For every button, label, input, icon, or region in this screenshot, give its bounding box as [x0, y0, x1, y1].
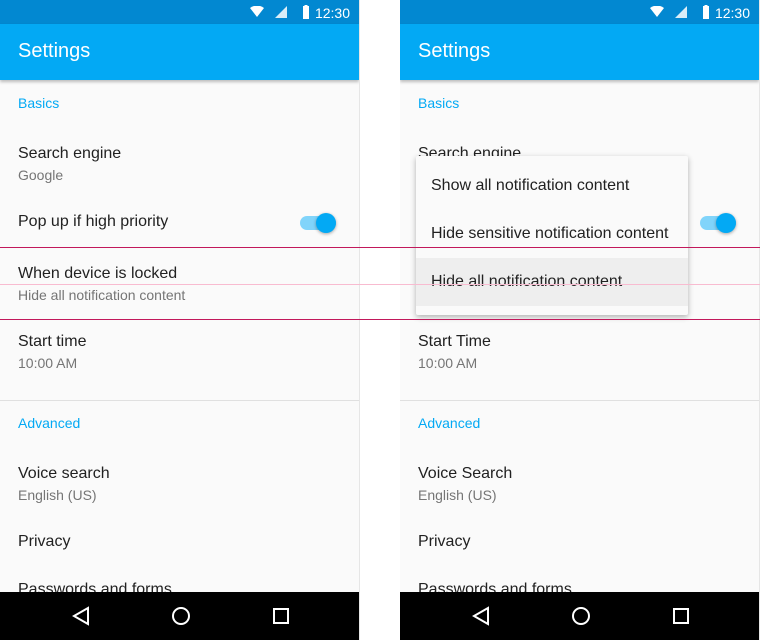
- setting-value: Hide all notification content: [18, 287, 186, 303]
- section-header-basics: Basics: [18, 95, 60, 111]
- app-bar: Settings: [0, 24, 359, 80]
- notification-dropdown-menu: Show all notification content Hide sensi…: [416, 156, 688, 315]
- status-time: 12:30: [714, 5, 750, 21]
- recents-icon[interactable]: [272, 606, 290, 631]
- divider: [0, 400, 359, 401]
- home-icon[interactable]: [171, 606, 191, 631]
- guide-line: [0, 284, 760, 285]
- setting-privacy[interactable]: Privacy: [418, 533, 470, 551]
- section-header-advanced: Advanced: [18, 415, 81, 431]
- status-bar: 12:30: [0, 0, 359, 24]
- battery-icon: [303, 5, 309, 19]
- home-icon[interactable]: [571, 606, 591, 631]
- setting-popup-title: Pop up if high priority: [18, 213, 169, 230]
- guide-line: [0, 247, 760, 248]
- setting-title: Start Time: [418, 333, 491, 350]
- divider: [400, 400, 759, 401]
- setting-privacy[interactable]: Privacy: [18, 533, 70, 551]
- menu-item-show-all[interactable]: Show all notification content: [416, 162, 688, 210]
- setting-title: When device is locked: [18, 265, 178, 282]
- back-icon[interactable]: [471, 606, 490, 631]
- setting-value: English (US): [18, 487, 97, 503]
- menu-item-hide-sensitive[interactable]: Hide sensitive notification content: [416, 210, 688, 258]
- page-title: Settings: [18, 40, 91, 62]
- guide-line: [0, 319, 760, 320]
- setting-value: Google: [18, 167, 64, 183]
- phone-left: 12:30 Settings Basics Search engine Goog…: [0, 0, 360, 640]
- app-bar: Settings: [400, 24, 759, 80]
- signal-icon: [675, 6, 687, 18]
- navigation-bar: [400, 592, 759, 640]
- signal-icon: [275, 6, 287, 18]
- recents-icon[interactable]: [672, 606, 690, 631]
- setting-value: English (US): [418, 487, 497, 503]
- section-header-basics: Basics: [418, 95, 460, 111]
- navigation-bar: [0, 592, 359, 640]
- status-bar: 12:30: [400, 0, 759, 24]
- wifi-icon: [650, 6, 664, 17]
- wifi-icon: [250, 6, 264, 17]
- page-title: Settings: [418, 40, 491, 62]
- back-icon[interactable]: [71, 606, 90, 631]
- setting-title: Voice search: [18, 465, 110, 482]
- menu-item-hide-all[interactable]: Hide all notification content: [416, 258, 688, 306]
- setting-title: Voice Search: [418, 465, 513, 482]
- battery-icon: [703, 5, 709, 19]
- section-header-advanced: Advanced: [418, 415, 481, 431]
- phone-right: 12:30 Settings Basics Search engine Show…: [400, 0, 760, 640]
- setting-title: Start time: [18, 333, 87, 350]
- popup-toggle[interactable]: [300, 213, 336, 233]
- popup-toggle[interactable]: [700, 213, 736, 233]
- setting-title: Search engine: [18, 145, 122, 162]
- toggle-knob: [316, 213, 336, 233]
- setting-value: 10:00 AM: [418, 355, 478, 371]
- toggle-knob: [716, 213, 736, 233]
- setting-value: 10:00 AM: [18, 355, 78, 371]
- status-time: 12:30: [314, 5, 350, 21]
